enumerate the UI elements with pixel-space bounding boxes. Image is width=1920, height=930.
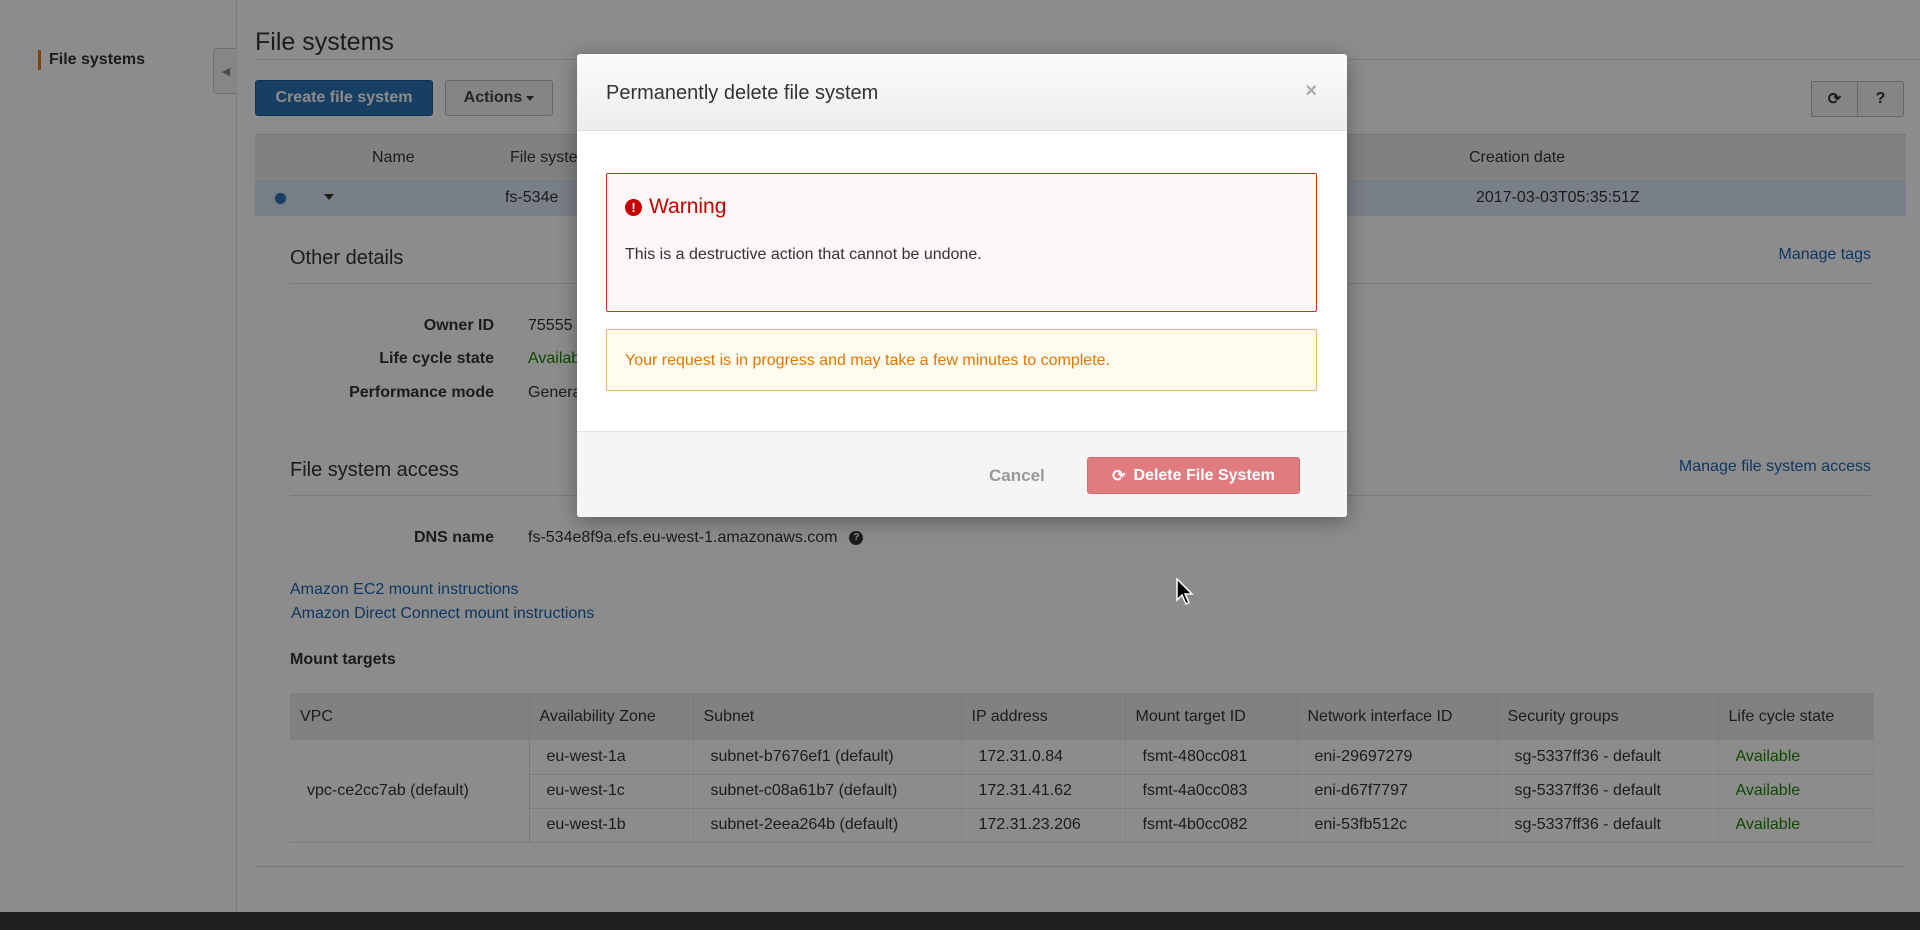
progress-message: Your request is in progress and may take… <box>625 352 1110 369</box>
modal-title: Permanently delete file system <box>606 82 879 104</box>
warning-alert: ! Warning This is a destructive action t… <box>606 173 1317 312</box>
modal-header: Permanently delete file system × <box>577 54 1347 131</box>
warning-message: This is a destructive action that cannot… <box>625 246 982 263</box>
warning-heading: ! Warning <box>625 195 726 219</box>
delete-file-system-button[interactable]: ⟳ Delete File System <box>1087 457 1300 494</box>
cancel-button[interactable]: Cancel <box>989 466 1045 486</box>
close-icon[interactable]: × <box>1305 80 1317 103</box>
delete-file-system-dialog: Permanently delete file system × ! Warni… <box>577 54 1347 517</box>
spinner-icon: ⟳ <box>1112 467 1126 485</box>
mouse-cursor-icon <box>1176 578 1194 606</box>
delete-label: Delete File System <box>1133 466 1275 484</box>
exclamation-icon: ! <box>625 198 642 216</box>
warning-title: Warning <box>649 195 727 218</box>
modal-footer: Cancel ⟳ Delete File System <box>577 431 1347 517</box>
bottom-bar <box>0 912 1920 930</box>
progress-alert: Your request is in progress and may take… <box>606 329 1317 391</box>
